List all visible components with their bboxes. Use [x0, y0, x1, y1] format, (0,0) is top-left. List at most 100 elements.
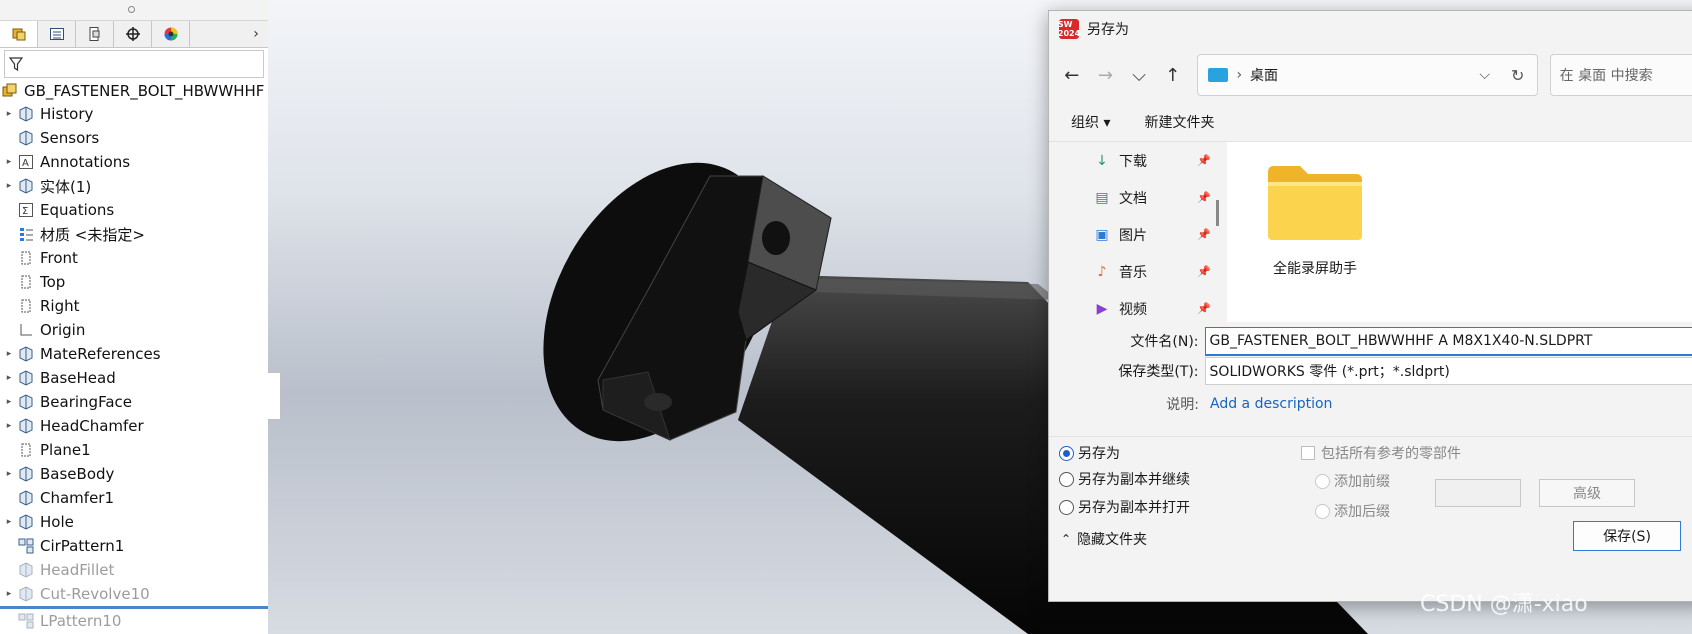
tree-item[interactable]: CirPattern1: [0, 534, 268, 558]
tree-item[interactable]: LPattern10: [0, 609, 268, 633]
expand-arrow-icon[interactable]: ▸: [0, 157, 18, 167]
address-current-location[interactable]: 桌面: [1250, 65, 1278, 85]
expand-arrow-icon[interactable]: ▸: [0, 397, 18, 407]
radio-save-as[interactable]: 另存为: [1059, 443, 1120, 463]
panel-collapse-handle[interactable]: [268, 372, 281, 420]
tab-display-manager[interactable]: [152, 21, 190, 47]
tree-item[interactable]: ▸ 实体(1): [0, 174, 268, 198]
tree-item-label: LPattern10: [40, 612, 122, 630]
folder-label: 全能录屏助手: [1273, 261, 1357, 277]
tree-item[interactable]: Σ Equations: [0, 198, 268, 222]
folder-item[interactable]: 全能录屏助手: [1255, 164, 1375, 278]
description-label: 说明:: [1166, 397, 1199, 413]
tree-item[interactable]: ▸ Hole: [0, 510, 268, 534]
solid-body-icon: [18, 178, 34, 194]
dialog-titlebar[interactable]: SW 2024 另存为: [1049, 11, 1692, 47]
pin-icon[interactable]: 📌: [1197, 302, 1211, 315]
tree-item[interactable]: Sensors: [0, 126, 268, 150]
feature-tree: GB_FASTENER_BOLT_HBWWHHF ... ▸ History Sen…: [0, 80, 268, 633]
tree-item[interactable]: ▸ HeadChamfer: [0, 414, 268, 438]
forward-button[interactable]: →: [1089, 58, 1123, 92]
expand-arrow-icon[interactable]: ▸: [0, 469, 18, 479]
tree-items: ▸ History Sensors ▸ A Annotations ▸ 实体(1) Σ Equat…: [0, 102, 268, 633]
expand-arrow-icon[interactable]: ▸: [0, 181, 18, 191]
pin-icon[interactable]: 📌: [1197, 154, 1211, 167]
tree-root-part[interactable]: GB_FASTENER_BOLT_HBWWHHF ...: [0, 80, 268, 102]
pin-icon[interactable]: 📌: [1197, 228, 1211, 241]
refresh-icon[interactable]: ↻: [1499, 66, 1537, 85]
panel-grip[interactable]: [0, 0, 268, 20]
expand-arrow-icon[interactable]: ▸: [0, 421, 18, 431]
search-input[interactable]: 在 桌面 中搜索: [1549, 54, 1692, 96]
save-as-dialog: SW 2024 另存为 ← → ⌵ ↑ › 桌面 ⌵ ↻ 在 桌面 中搜索 组织…: [1048, 10, 1692, 602]
tree-item[interactable]: Chamfer1: [0, 486, 268, 510]
quick-access-item[interactable]: ♪ 音乐 📌: [1049, 253, 1227, 290]
tree-item[interactable]: Right: [0, 294, 268, 318]
tree-item[interactable]: 材质 <未指定>: [0, 222, 268, 246]
tree-item[interactable]: Origin: [0, 318, 268, 342]
radio-save-copy-continue[interactable]: 另存为副本并继续: [1059, 469, 1190, 489]
radio-indicator: [1315, 503, 1330, 519]
expand-arrow-icon[interactable]: ▸: [0, 373, 18, 383]
back-button[interactable]: ←: [1055, 58, 1089, 92]
address-bar[interactable]: › 桌面 ⌵ ↻: [1197, 54, 1538, 96]
tree-item[interactable]: ▸ A Annotations: [0, 150, 268, 174]
tab-configuration-manager[interactable]: [76, 21, 114, 47]
solidworks-logo-icon: SW 2024: [1057, 19, 1081, 39]
tab-feature-tree[interactable]: [0, 21, 38, 47]
tab-property-manager[interactable]: [38, 21, 76, 47]
tree-item[interactable]: ▸ BearingFace: [0, 390, 268, 414]
tab-dimxpert[interactable]: [114, 21, 152, 47]
tree-item[interactable]: Top: [0, 270, 268, 294]
radio-add-prefix[interactable]: 添加前缀: [1315, 471, 1390, 491]
address-chevron: ›: [1236, 67, 1243, 83]
tree-item[interactable]: ▸ Cut-Revolve10: [0, 582, 268, 609]
folder-icon: [1268, 166, 1362, 240]
organize-menu[interactable]: 组织 ▾: [1071, 112, 1110, 132]
quick-access-item[interactable]: ▶ 视频 📌: [1049, 290, 1227, 322]
filter-icon: [9, 57, 23, 71]
tree-item[interactable]: ▸ MateReferences: [0, 342, 268, 366]
navigation-scrollbar[interactable]: [1216, 200, 1219, 226]
expand-arrow-icon[interactable]: ▸: [0, 109, 18, 119]
expand-arrow-icon[interactable]: ▸: [0, 349, 18, 359]
include-references-checkbox[interactable]: 包括所有参考的零部件: [1301, 443, 1461, 463]
quick-access-item[interactable]: ▤ 文档 📌: [1049, 179, 1227, 216]
pin-icon[interactable]: 📌: [1197, 265, 1211, 278]
recent-locations-button[interactable]: ⌵: [1122, 58, 1156, 92]
save-button[interactable]: 保存(S): [1573, 521, 1681, 551]
tree-item[interactable]: Front: [0, 246, 268, 270]
tree-item-label: 材质 <未指定>: [40, 225, 145, 244]
address-dropdown-icon[interactable]: ⌵: [1471, 67, 1499, 83]
radio-save-copy-open[interactable]: 另存为副本并打开: [1059, 497, 1190, 517]
filetype-select[interactable]: SOLIDWORKS 零件 (*.prt；*.sldprt): [1204, 357, 1692, 385]
advanced-button[interactable]: 高级: [1539, 479, 1635, 507]
tree-item[interactable]: ▸ BaseBody: [0, 462, 268, 486]
annotation-icon: A: [18, 154, 34, 170]
plane-icon: [18, 250, 34, 266]
radio-add-suffix[interactable]: 添加后缀: [1315, 501, 1390, 521]
hide-folders-toggle[interactable]: ⌃ 隐藏文件夹: [1061, 529, 1147, 549]
document-icon: ▤: [1095, 189, 1109, 206]
quick-access-item[interactable]: ↓ 下载 📌: [1049, 142, 1227, 179]
tree-item[interactable]: ▸ History: [0, 102, 268, 126]
prefix-suffix-field[interactable]: [1435, 479, 1521, 507]
add-description-link[interactable]: Add a description: [1205, 396, 1332, 412]
svg-text:A: A: [22, 158, 29, 169]
command-bar: 组织 ▾ 新建文件夹: [1049, 103, 1692, 142]
expand-arrow-icon[interactable]: ▸: [0, 517, 18, 527]
up-button[interactable]: ↑: [1156, 58, 1190, 92]
quick-access-item[interactable]: ▣ 图片 📌: [1049, 216, 1227, 253]
expand-arrow-icon[interactable]: ▸: [0, 589, 18, 599]
new-folder-button[interactable]: 新建文件夹: [1144, 112, 1214, 132]
tree-item[interactable]: HeadFillet: [0, 558, 268, 582]
tree-item[interactable]: ▸ BaseHead: [0, 366, 268, 390]
tree-item[interactable]: Plane1: [0, 438, 268, 462]
tree-filter-field[interactable]: [4, 50, 264, 78]
tree-item-label: Hole: [40, 513, 74, 531]
tabs-more-arrow[interactable]: ›: [244, 21, 268, 47]
filename-input[interactable]: GB_FASTENER_BOLT_HBWWHHF A M8X1X40-N.SLD…: [1204, 326, 1692, 356]
pin-icon[interactable]: 📌: [1197, 191, 1211, 204]
tree-item-label: BaseHead: [40, 369, 116, 387]
tree-item-label: Chamfer1: [40, 489, 115, 507]
